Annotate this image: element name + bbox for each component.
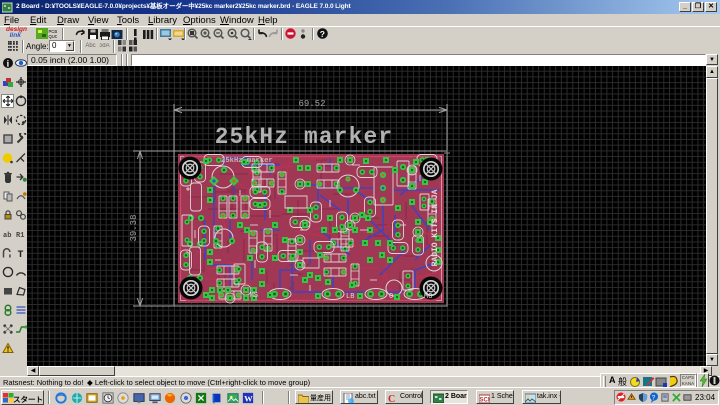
svg-text:ab: ab <box>3 232 11 240</box>
svg-text:25kHz marker: 25kHz marker <box>221 157 273 165</box>
svg-text:69.52: 69.52 <box>298 99 325 109</box>
svg-text:?: ? <box>652 394 656 401</box>
svg-text:R1: R1 <box>16 232 24 240</box>
svg-text:T: T <box>18 250 24 259</box>
svg-text:MS: MS <box>250 292 258 300</box>
svg-text:QUOTE: QUOTE <box>49 34 58 39</box>
svg-text:W: W <box>244 393 253 403</box>
svg-text:O: O <box>389 293 393 301</box>
svg-text:SCH: SCH <box>480 397 491 403</box>
svg-text:MO: MO <box>424 293 432 301</box>
svg-text:LB: LB <box>346 293 354 301</box>
svg-text:39.38: 39.38 <box>129 214 139 241</box>
svg-text:C: C <box>388 394 395 404</box>
svg-text:RADIO KITS IN JA: RADIO KITS IN JA <box>431 189 440 266</box>
svg-text:25kHz marker: 25kHz marker <box>215 124 394 150</box>
svg-text:?: ? <box>320 29 325 39</box>
